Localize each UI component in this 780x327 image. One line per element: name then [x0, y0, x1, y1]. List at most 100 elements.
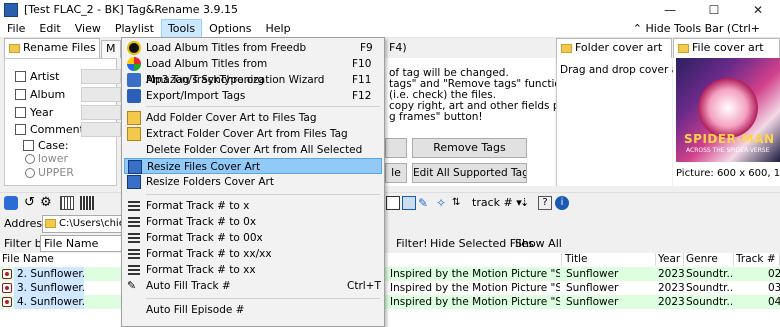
menu-options[interactable]: Options [202, 19, 258, 38]
case-row[interactable]: Case: [23, 139, 69, 152]
menu-item-resize-folders-cover[interactable]: Resize Folders Cover Art [124, 174, 382, 190]
year-field[interactable] [81, 105, 121, 120]
select-all-icon[interactable] [402, 196, 416, 210]
partial-button-2[interactable]: le [385, 163, 407, 183]
menu-edit[interactable]: Edit [32, 19, 67, 38]
case-checkbox[interactable] [23, 140, 34, 151]
refresh-icon[interactable]: ↺ [24, 196, 38, 210]
tab-3-label: F4) [389, 41, 407, 54]
remove-tags-button[interactable]: Remove Tags [412, 138, 527, 158]
table-row[interactable]: 4. Sunflower.flac Inspired by the Motion… [0, 295, 780, 309]
wand-icon[interactable]: ✧ [436, 196, 450, 210]
hide-toolbars-button[interactable]: ⌃ Hide Tools Bar (Ctrl+ [633, 19, 760, 38]
upper-row[interactable]: UPPER [25, 166, 74, 179]
menu-item-add-folder-cover[interactable]: Add Folder Cover Art to Files Tag [124, 110, 382, 126]
menu-item-label: Format Track # to x [146, 200, 250, 212]
col-genre[interactable]: Genre [684, 253, 734, 266]
artist-field[interactable] [81, 69, 121, 84]
lower-row[interactable]: lower [25, 152, 68, 165]
menu-item-export-import[interactable]: Export/Import Tags F12 [124, 88, 382, 104]
menu-item-format-0x[interactable]: Format Track # to 0x [124, 214, 382, 230]
edit-all-tag-fields-button[interactable]: Edit All Supported Tag Fields [412, 163, 527, 183]
maximize-button[interactable]: ☐ [692, 0, 736, 19]
menu-item-format-xx-xx[interactable]: Format Track # to xx/xx [124, 246, 382, 262]
filter-icon[interactable]: ✎ [418, 196, 432, 210]
tab-3[interactable]: F4) [385, 40, 555, 58]
tab-folder-cover-art[interactable]: Folder cover art [556, 38, 672, 58]
col-year[interactable]: Year [656, 253, 684, 266]
cover-art-image[interactable]: SPIDER-MAN ACROSS THE SPIDER-VERSE [676, 58, 780, 162]
row-album: Inspired by the Motion Picture "Spider-.… [390, 282, 560, 294]
year-row[interactable]: Year [15, 106, 53, 119]
artist-checkbox[interactable] [15, 71, 26, 82]
col-file-name[interactable]: File Name [0, 253, 122, 266]
album-field[interactable] [81, 87, 121, 102]
minimize-button[interactable]: — [648, 0, 692, 19]
menu-item-shortcut: F9 [360, 42, 373, 54]
folder-cover-panel[interactable]: Drag and drop cover art her [556, 58, 707, 186]
grid-icon[interactable] [60, 196, 74, 210]
help-icon[interactable]: ? [538, 196, 552, 210]
year-checkbox[interactable] [15, 107, 26, 118]
menu-item-load-freedb[interactable]: Load Album Titles from Freedb F9 [124, 40, 382, 56]
col-album[interactable] [386, 253, 562, 266]
menu-item-auto-fill-episode[interactable]: Auto Fill Episode # [124, 302, 382, 318]
menu-item-sync-wizard[interactable]: Mp3 Tag's Synchronization Wizard F11 [124, 72, 382, 88]
partial-button[interactable] [385, 138, 407, 158]
menu-item-label: Format Track # to xx/xx [146, 248, 272, 260]
lower-label: lower [38, 152, 69, 165]
menu-separator [146, 106, 380, 107]
album-label: Album [30, 88, 66, 101]
track-dropdown[interactable]: track # ▾ [472, 196, 522, 209]
file-cover-panel: SPIDER-MAN ACROSS THE SPIDER-VERSE Pictu… [673, 58, 780, 186]
filter-field-select[interactable]: File Name [40, 235, 122, 252]
artist-row[interactable]: Artist [15, 70, 59, 83]
menu-view[interactable]: View [68, 19, 108, 38]
address-input[interactable]: C:\Users\chien\ [42, 215, 122, 233]
settings-icon[interactable]: ⚙ [40, 196, 54, 210]
file-list: File Name Title Year Genre Track # 2. Su… [0, 253, 780, 327]
show-all-button[interactable]: Show All [515, 237, 562, 250]
flac-file-icon [2, 297, 12, 307]
tab-file-cover-art[interactable]: File cover art [673, 38, 780, 58]
title-bar: [Test FLAC_2 - BK] Tag&Rename 3.9.15 — ☐… [0, 0, 780, 19]
menu-item-label: Load Album Titles from Freedb [146, 42, 307, 54]
album-checkbox[interactable] [15, 89, 26, 100]
menu-item-label: Export/Import Tags [146, 90, 246, 102]
globe-icon [127, 57, 141, 71]
filter-button[interactable]: Filter! [396, 237, 428, 250]
table-row[interactable]: 3. Sunflower.flac Inspired by the Motion… [0, 281, 780, 295]
row-file-name: 4. Sunflower.flac [14, 295, 84, 309]
folder-open-icon[interactable] [4, 196, 18, 210]
menu-item-load-amazon[interactable]: Load Album Titles from Amazon/TrackType.… [124, 56, 382, 86]
columns-icon[interactable] [80, 196, 94, 210]
close-button[interactable]: ✕ [736, 0, 780, 19]
col-track[interactable]: Track # [734, 253, 780, 266]
check-icon[interactable] [386, 196, 400, 210]
col-title[interactable]: Title [563, 253, 656, 266]
comment-checkbox[interactable] [15, 124, 26, 135]
sort-asc-icon[interactable]: ⇣ [520, 196, 534, 210]
menu-item-format-x[interactable]: Format Track # to x [124, 198, 382, 214]
menu-help[interactable]: Help [259, 19, 298, 38]
album-row[interactable]: Album [15, 88, 65, 101]
sort-icon[interactable]: ⇅ [452, 196, 466, 210]
info-icon[interactable]: i [555, 196, 569, 210]
menu-file[interactable]: File [0, 19, 32, 38]
menu-item-format-00x[interactable]: Format Track # to 00x [124, 230, 382, 246]
upper-radio[interactable] [25, 167, 35, 178]
menu-item-resize-files-cover[interactable]: Resize Files Cover Art [124, 158, 382, 174]
tab-2[interactable]: M [101, 40, 121, 58]
tab-rename-files[interactable]: Rename Files (F4) [4, 38, 100, 58]
cover-title: SPIDER-MAN [684, 132, 775, 146]
comment-field[interactable] [81, 122, 121, 137]
comment-row[interactable]: Comment [15, 123, 84, 136]
menu-playlist[interactable]: Playlist [108, 19, 161, 38]
menu-tools[interactable]: Tools [160, 18, 203, 38]
lower-radio[interactable] [25, 153, 35, 164]
menu-item-extract-folder-cover[interactable]: Extract Folder Cover Art from Files Tag [124, 126, 382, 142]
menu-item-auto-fill-track[interactable]: ✎ Auto Fill Track # Ctrl+T [124, 278, 382, 294]
menu-item-delete-folder-cover[interactable]: Delete Folder Cover Art from All Selecte… [124, 142, 382, 172]
table-row[interactable]: 2. Sunflower.flac Inspired by the Motion… [0, 267, 780, 281]
menu-item-format-xx[interactable]: Format Track # to xx [124, 262, 382, 278]
